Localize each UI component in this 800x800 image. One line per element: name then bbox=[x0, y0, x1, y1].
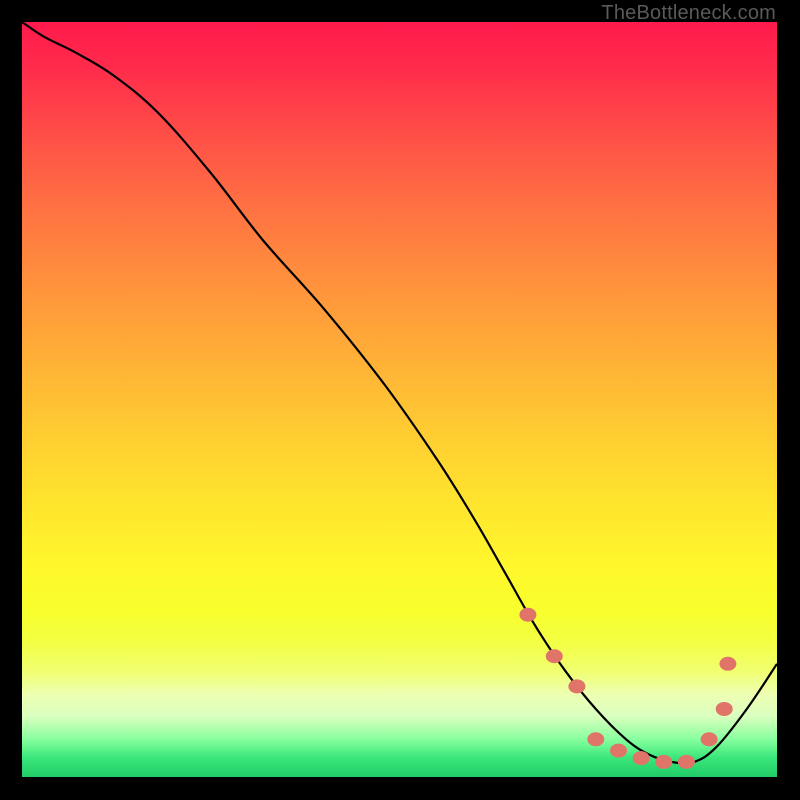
curve-marker bbox=[546, 650, 562, 663]
chart-svg bbox=[22, 22, 777, 777]
curve-marker bbox=[633, 752, 649, 765]
curve-marker bbox=[720, 657, 736, 670]
bottleneck-curve bbox=[22, 22, 777, 763]
curve-marker bbox=[588, 733, 604, 746]
curve-marker bbox=[520, 608, 536, 621]
curve-marker bbox=[569, 680, 585, 693]
curve-marker bbox=[656, 755, 672, 768]
curve-marker bbox=[701, 733, 717, 746]
chart-plot-area bbox=[22, 22, 777, 777]
curve-marker bbox=[716, 703, 732, 716]
curve-marker bbox=[678, 755, 694, 768]
curve-markers bbox=[520, 608, 736, 768]
curve-marker bbox=[611, 744, 627, 757]
watermark-text: TheBottleneck.com bbox=[601, 2, 776, 25]
